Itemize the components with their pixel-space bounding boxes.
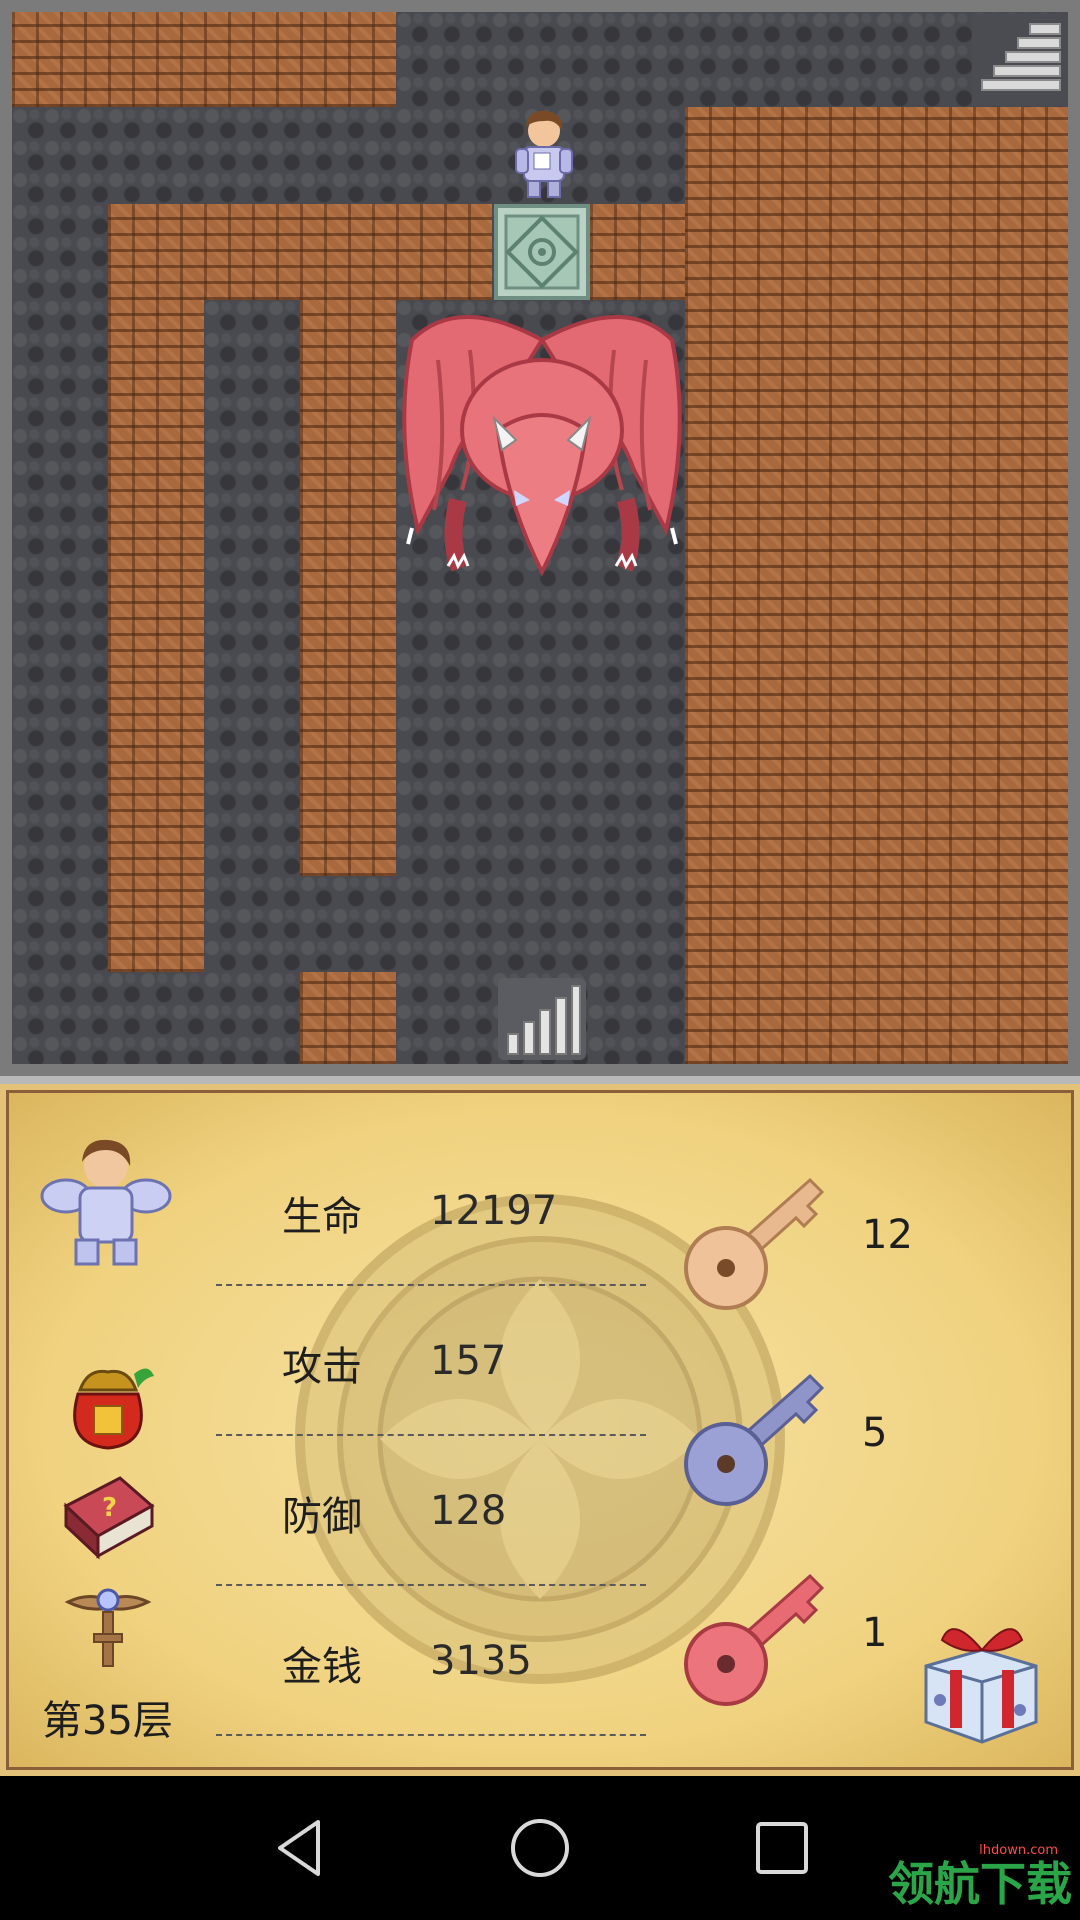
wall-left-column [108,300,204,972]
red-dragon-sprite[interactable] [398,300,686,590]
gift-box-icon[interactable] [912,1610,1048,1746]
floor-indicator: 第35层 [42,1698,173,1744]
divider [216,1584,646,1586]
game-board[interactable] [0,0,1080,1076]
hero-sprite[interactable] [494,107,590,204]
svg-text:?: ? [102,1493,117,1523]
back-icon[interactable] [270,1816,330,1880]
wall-top-left [12,12,396,107]
home-icon[interactable] [508,1816,572,1880]
status-panel: ? 第35层 生命 12197 攻击 157 防御 128 金钱 3135 12… [0,1076,1080,1776]
stat-label-defense: 防御 [282,1494,362,1540]
stairs-up-icon[interactable] [972,14,1068,106]
red-key-icon [684,1573,825,1706]
wall-upper-right-notch [590,204,685,300]
wall-center-column [300,300,396,876]
wall-right-block [685,107,1068,1064]
yellow-key-icon [684,1177,825,1310]
blue-key-icon [684,1373,825,1506]
stat-label-attack: 攻击 [282,1344,362,1390]
stairs-down-icon[interactable] [494,972,590,1064]
lucky-bag-icon[interactable] [58,1354,158,1454]
divider [216,1434,646,1436]
stat-label-gold: 金钱 [282,1644,362,1690]
divider [216,1734,646,1736]
wall-horizontal-upper [108,204,492,300]
stat-value-hp: 12197 [430,1188,558,1234]
wall-bottom-stub [300,972,396,1064]
blue-key-count: 5 [862,1410,888,1456]
recents-icon[interactable] [752,1818,812,1878]
red-key-count: 1 [862,1610,888,1656]
yellow-key-count: 12 [862,1212,913,1258]
stat-label-hp: 生命 [282,1194,362,1240]
stat-value-gold: 3135 [430,1638,532,1684]
iron-door-icon[interactable] [494,204,590,300]
system-nav-bar: lhdown.com 领航下载 [0,1776,1080,1920]
hero-portrait-icon [40,1139,172,1266]
floor-fly-icon[interactable] [58,1578,158,1678]
divider [216,1284,646,1286]
stat-value-defense: 128 [430,1488,507,1534]
monster-manual-icon[interactable]: ? [58,1466,158,1566]
watermark-logo: 领航下载 [888,1857,1072,1911]
stat-value-attack: 157 [430,1338,507,1384]
